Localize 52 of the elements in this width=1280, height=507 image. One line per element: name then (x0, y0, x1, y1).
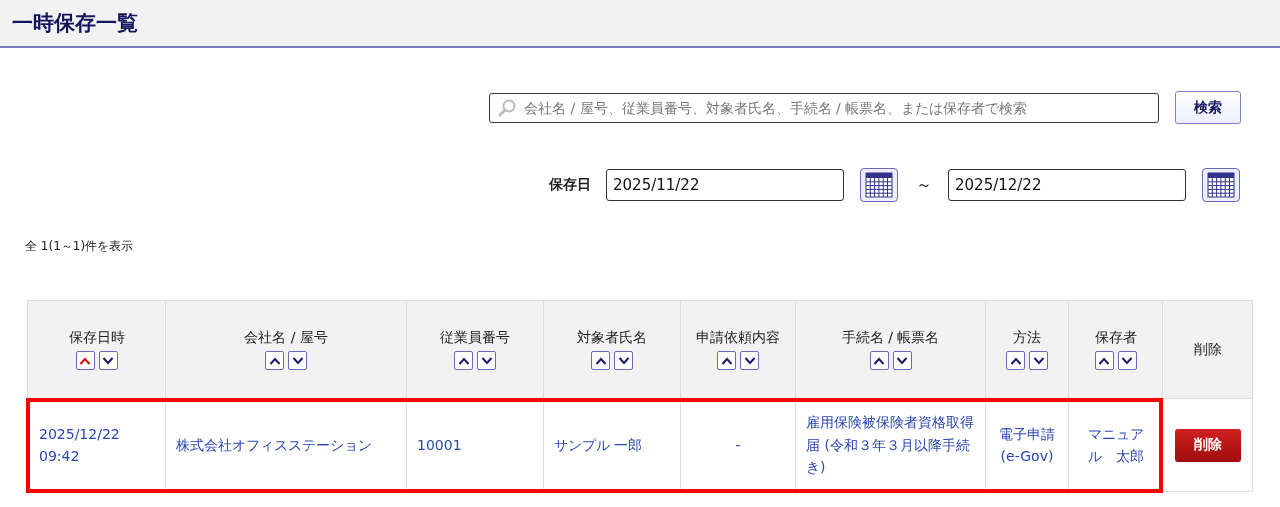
sort-ascending-button[interactable] (1094, 351, 1114, 370)
range-separator: ～ (916, 174, 932, 196)
column-label: 削除 (1193, 340, 1222, 359)
caret-up-icon (1009, 356, 1022, 365)
sort-ascending-button[interactable] (265, 351, 284, 370)
sort-descending-button[interactable] (288, 351, 307, 370)
search-button[interactable]: 検索 (1175, 91, 1241, 124)
sort-ascending-button[interactable] (591, 351, 610, 370)
date-field[interactable]: 2025/11/22 (606, 169, 844, 201)
sort-descending-button[interactable] (1117, 351, 1137, 370)
calendar-button[interactable] (1202, 168, 1240, 202)
date-label: 保存日 (549, 176, 591, 194)
caret-down-icon (743, 356, 756, 365)
caret-down-icon (102, 356, 114, 365)
sort-descending-button[interactable] (1029, 351, 1048, 370)
caret-up-icon (1098, 356, 1110, 365)
column-label: 手続名 / 帳票名 (841, 329, 940, 347)
caret-down-icon (480, 356, 493, 365)
caret-up-icon (79, 356, 91, 365)
column-label: 対象者氏名 (577, 329, 647, 347)
column-label: 会社名 / 屋号 (244, 329, 328, 347)
delete-button[interactable]: 削除 (1174, 428, 1241, 462)
calendar-button[interactable] (860, 168, 898, 202)
page-title: 一時保存一覧 (12, 10, 138, 37)
search-field[interactable]: 会社名 / 屋号、従業員番号、対象者氏名、手続名 / 帳票名、または保存者で検索 (489, 92, 1159, 123)
caret-down-icon (1121, 356, 1133, 365)
caret-down-icon (291, 356, 304, 365)
caret-up-icon (268, 356, 281, 365)
caret-down-icon (896, 356, 908, 365)
sort-descending-button[interactable] (614, 351, 633, 370)
caret-down-icon (1032, 356, 1045, 365)
date-field[interactable]: 2025/12/22 (948, 169, 1186, 201)
sort-descending-button[interactable] (477, 351, 496, 370)
column-label: 従業員番号 (440, 329, 510, 347)
column-label: 保存者 (1094, 329, 1137, 347)
column-label: 申請依頼内容 (696, 329, 780, 347)
sort-ascending-button[interactable] (1006, 351, 1025, 370)
caret-up-icon (457, 356, 470, 365)
caret-up-icon (873, 356, 885, 365)
caret-up-icon (594, 356, 607, 365)
sort-ascending-button[interactable] (454, 351, 473, 370)
column-label: 方法 (1013, 329, 1041, 347)
sort-descending-button[interactable] (892, 351, 912, 370)
sort-descending-button[interactable] (740, 351, 759, 370)
sort-descending-button[interactable] (98, 351, 118, 370)
sort-ascending-button[interactable] (869, 351, 889, 370)
caret-down-icon (617, 356, 630, 365)
result-count: 全 1(1～1)件を表示 (24, 238, 135, 255)
search-icon (498, 98, 516, 117)
sort-ascending-button[interactable] (717, 351, 736, 370)
column-label: 保存日時 (68, 329, 125, 347)
caret-up-icon (720, 356, 733, 365)
